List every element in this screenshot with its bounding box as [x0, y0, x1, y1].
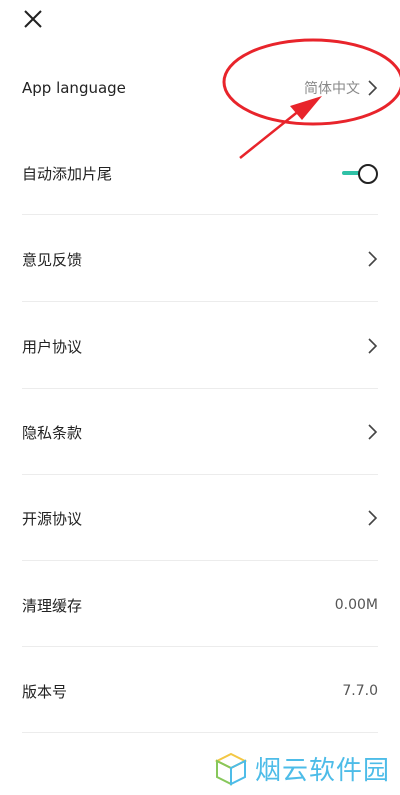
- language-value: 简体中文: [304, 81, 360, 97]
- divider: [22, 646, 378, 647]
- toggle-knob: [358, 164, 378, 184]
- settings-row-open-source[interactable]: 开源协议: [22, 500, 378, 536]
- divider: [22, 474, 378, 475]
- close-icon: [24, 10, 42, 28]
- cube-logo-icon: [214, 752, 248, 786]
- feedback-label: 意见反馈: [22, 250, 83, 269]
- language-label: App language: [22, 79, 126, 97]
- divider: [22, 388, 378, 389]
- settings-row-language[interactable]: App language 简体中文: [22, 70, 378, 106]
- close-button[interactable]: [20, 6, 46, 32]
- chevron-right-icon: [368, 424, 378, 440]
- divider: [22, 301, 378, 302]
- divider: [22, 560, 378, 561]
- chevron-right-icon: [368, 251, 378, 267]
- chevron-right-icon: [368, 510, 378, 526]
- auto-trailer-label: 自动添加片尾: [22, 164, 113, 183]
- clear-cache-label: 清理缓存: [22, 596, 83, 615]
- settings-row-version: 版本号 7.7.0: [22, 673, 378, 709]
- settings-row-feedback[interactable]: 意见反馈: [22, 241, 378, 277]
- chevron-right-icon: [368, 338, 378, 354]
- auto-trailer-toggle[interactable]: [342, 162, 378, 184]
- divider: [22, 732, 378, 733]
- annotation-arrow-line: [239, 109, 301, 159]
- user-agreement-label: 用户协议: [22, 337, 83, 356]
- version-value: 7.7.0: [342, 683, 378, 699]
- settings-row-user-agreement[interactable]: 用户协议: [22, 328, 378, 364]
- language-right: 简体中文: [304, 78, 378, 98]
- version-label: 版本号: [22, 682, 68, 701]
- settings-row-clear-cache[interactable]: 清理缓存 0.00M: [22, 587, 378, 623]
- chevron-right-icon: [368, 80, 378, 96]
- divider: [22, 214, 378, 215]
- open-source-label: 开源协议: [22, 509, 83, 528]
- settings-row-privacy-terms[interactable]: 隐私条款: [22, 414, 378, 450]
- privacy-terms-label: 隐私条款: [22, 423, 83, 442]
- watermark-text: 烟云软件园: [254, 756, 390, 786]
- cache-size-value: 0.00M: [334, 597, 378, 613]
- settings-row-auto-trailer: 自动添加片尾: [22, 155, 378, 191]
- watermark: 烟云软件园: [213, 750, 390, 787]
